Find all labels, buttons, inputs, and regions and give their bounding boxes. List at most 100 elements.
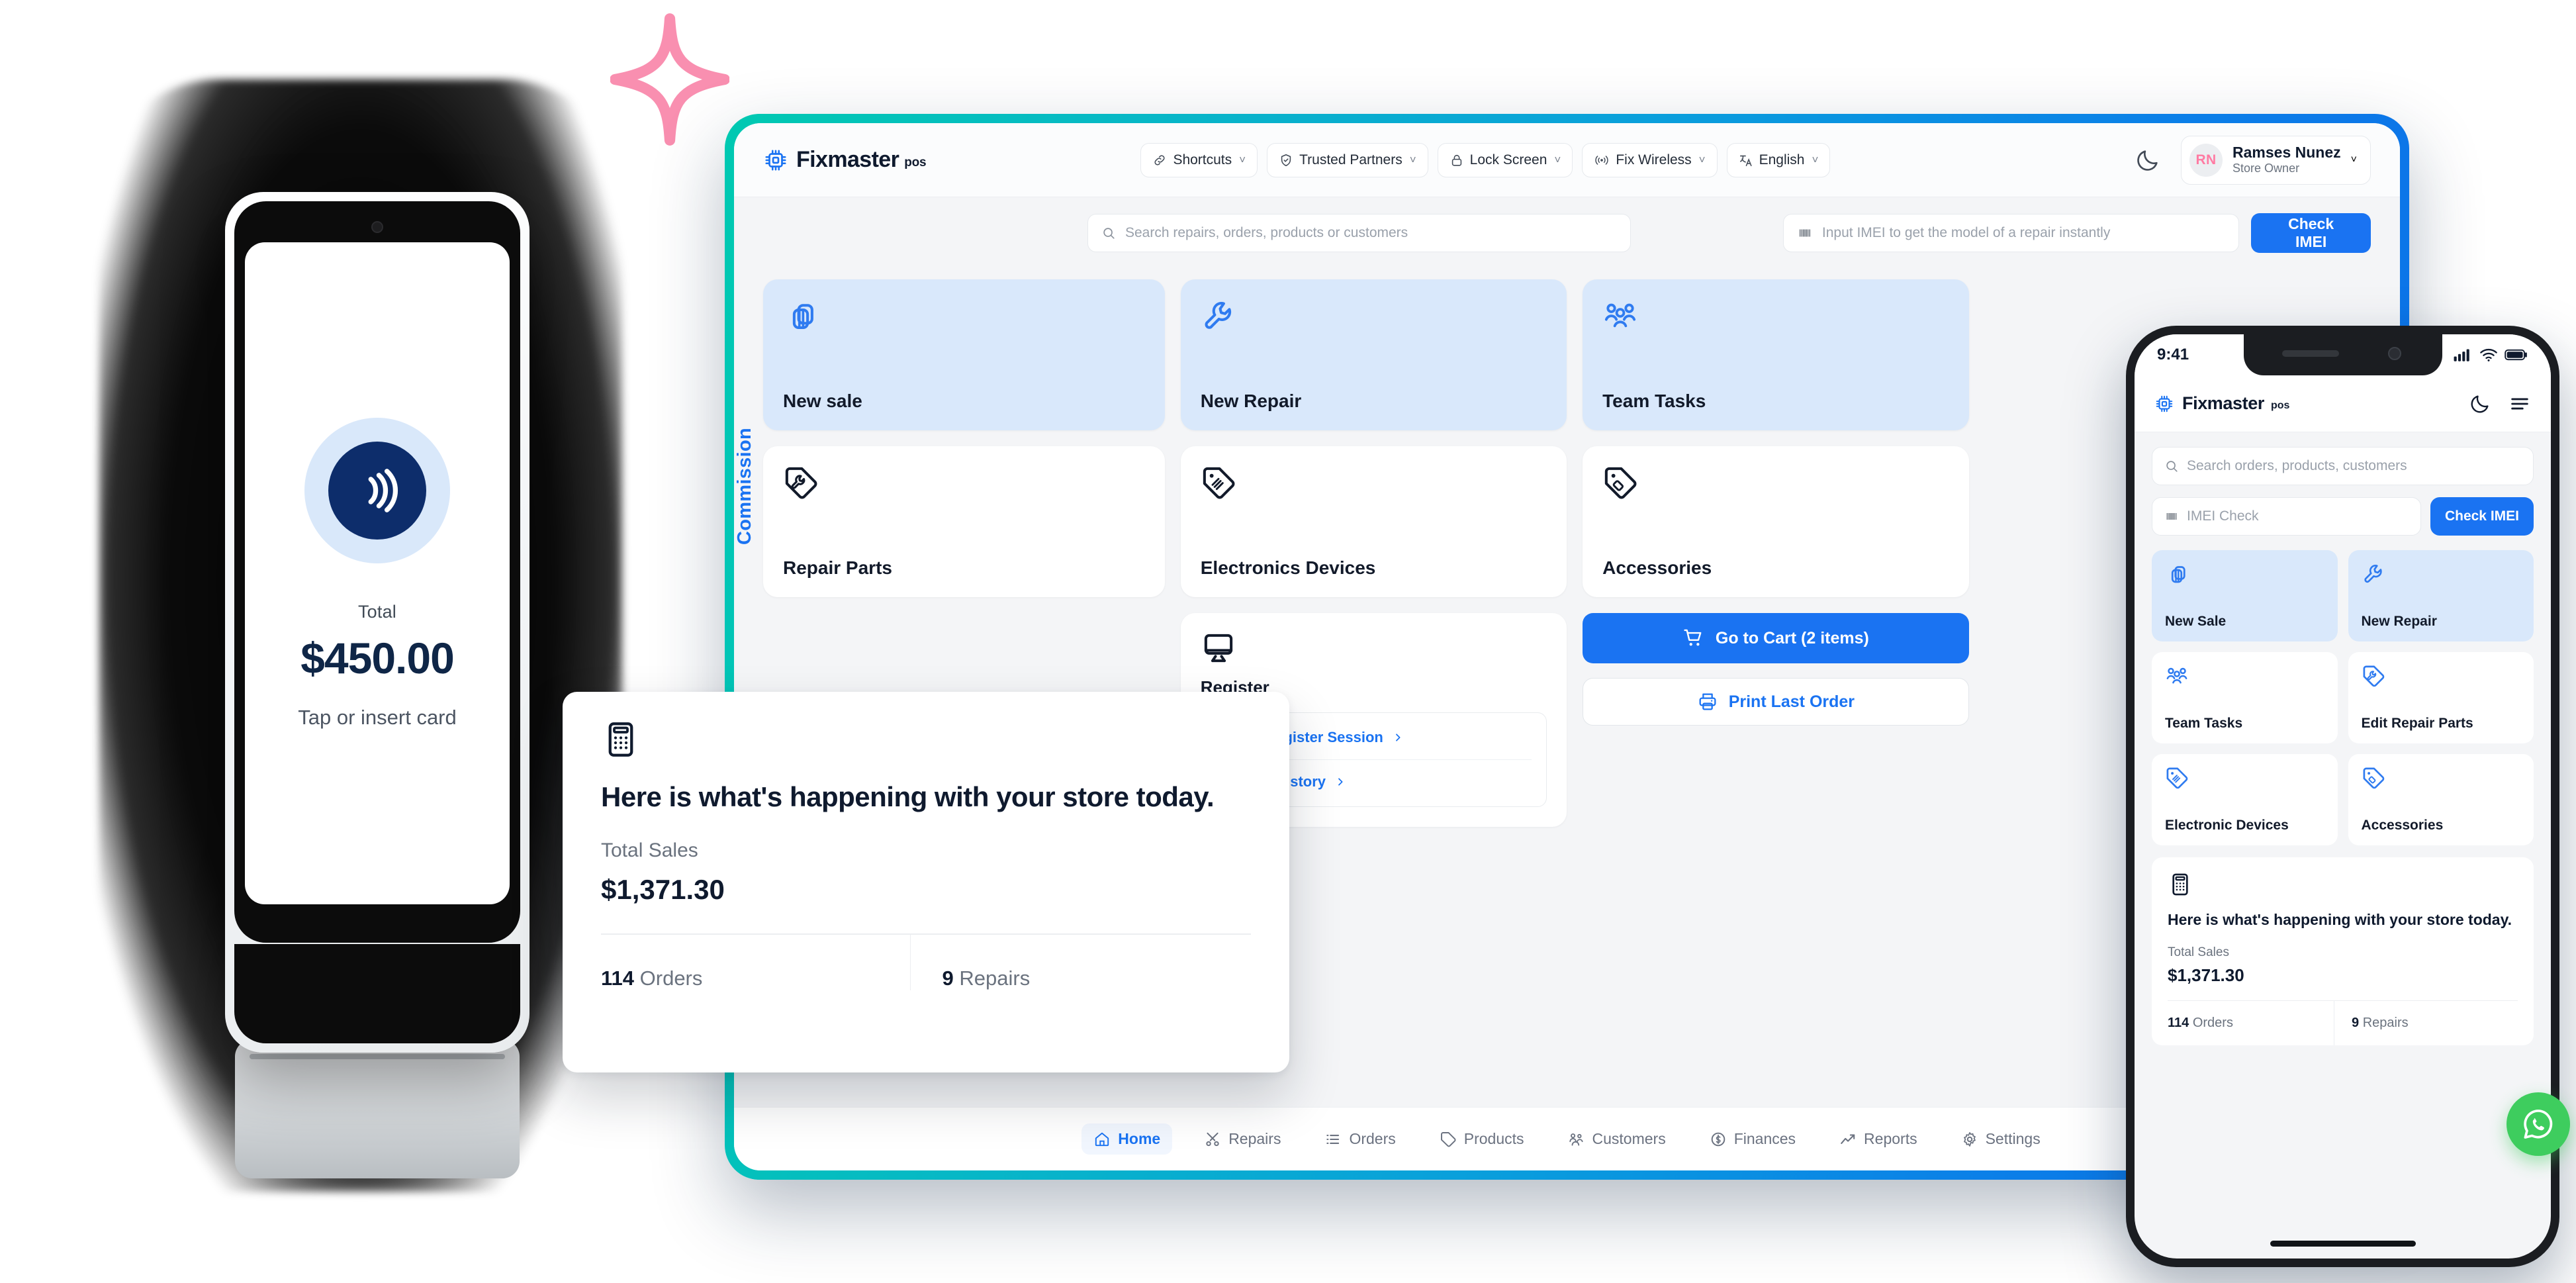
printer-icon — [1699, 693, 1716, 710]
phone-card-orders-count: 114 — [2168, 1016, 2189, 1031]
nav-orders[interactable]: Orders — [1312, 1123, 1407, 1155]
phone-check-imei-button[interactable]: Check IMEI — [2430, 497, 2534, 536]
imei-input[interactable]: Input IMEI to get the model of a repair … — [1782, 214, 2240, 252]
tablet-top-navigation: Shortcuts ˅ Trusted Partners ˅ Lock Scre… — [1140, 142, 1831, 177]
terminal-camera-icon — [371, 221, 383, 233]
wrench-icon — [2364, 565, 2382, 583]
brand-suffix: pos — [904, 156, 927, 169]
dark-mode-moon-icon[interactable] — [2469, 393, 2491, 415]
topnav-language[interactable]: English ˅ — [1726, 142, 1831, 177]
whatsapp-chat-button[interactable] — [2507, 1092, 2570, 1156]
phone-card-stats: 114 Orders 9 Repairs — [2168, 1000, 2518, 1046]
topnav-lock-screen[interactable]: Lock Screen ˅ — [1437, 142, 1573, 177]
tile-team-tasks[interactable]: Team Tasks — [1583, 279, 1969, 430]
topnav-trusted-partners[interactable]: Trusted Partners ˅ — [1267, 142, 1428, 177]
topnav-shortcuts[interactable]: Shortcuts ˅ — [1140, 142, 1258, 177]
avatar: RN — [2189, 143, 2223, 177]
phone-tile-edit-repair-parts-label: Edit Repair Parts — [2361, 716, 2473, 731]
dark-mode-moon-icon[interactable] — [2135, 147, 2161, 173]
phone-topbar: Fixmaster pos — [2135, 375, 2551, 432]
nav-home-label: Home — [1118, 1130, 1161, 1147]
list-icon — [1326, 1134, 1340, 1144]
terminal-payment-screen: Total $450.00 Tap or insert card — [245, 242, 510, 904]
hamburger-menu-icon[interactable] — [2508, 393, 2531, 415]
tile-new-repair-label: New Repair — [1200, 391, 1302, 411]
popup-orders-label: Orders — [639, 966, 703, 990]
commission-side-tab[interactable]: Commission — [734, 428, 756, 545]
phone-search-input[interactable]: Search orders, products, customers — [2152, 447, 2534, 485]
phone-search-placeholder: Search orders, products, customers — [2187, 458, 2407, 473]
phone-tile-electronic-devices[interactable]: Electronic Devices — [2152, 754, 2338, 845]
wifi-icon — [2480, 348, 2497, 361]
wireless-signal-icon — [1595, 155, 1609, 165]
search-input[interactable]: Search repairs, orders, products or cust… — [1087, 214, 1631, 252]
popup-orders-stat: 114 Orders — [601, 935, 910, 990]
go-to-cart-button[interactable]: Go to Cart (2 items) — [1583, 613, 1969, 663]
topnav-lock-screen-label: Lock Screen — [1469, 152, 1547, 167]
monitor-icon — [1204, 634, 1232, 663]
tile-electronics-devices[interactable]: Electronics Devices — [1180, 446, 1567, 597]
tile-new-sale[interactable]: New sale — [763, 279, 1165, 430]
print-last-order-button[interactable]: Print Last Order — [1583, 678, 1969, 726]
tile-new-repair[interactable]: New Repair — [1180, 279, 1567, 430]
nav-products[interactable]: Products — [1428, 1123, 1536, 1155]
device-tag-icon — [2166, 767, 2188, 789]
topnav-fix-wireless-label: Fix Wireless — [1616, 152, 1692, 167]
tile-repair-parts[interactable]: Repair Parts — [763, 446, 1165, 597]
barcode-icon — [1799, 229, 1810, 237]
tile-team-tasks-label: Team Tasks — [1602, 391, 1706, 411]
phone-tile-new-repair-label: New Repair — [2361, 614, 2437, 629]
contactless-icon — [328, 441, 426, 540]
lock-icon — [1451, 154, 1461, 166]
popup-repairs-stat: 9 Repairs — [909, 934, 1252, 990]
nav-customers[interactable]: Customers — [1556, 1123, 1678, 1155]
wrench-tag-icon — [2363, 665, 2384, 687]
popup-repairs-count: 9 — [942, 966, 954, 990]
nav-products-label: Products — [1463, 1130, 1524, 1147]
nav-repairs[interactable]: Repairs — [1192, 1123, 1293, 1155]
terminal-dock — [235, 1039, 520, 1178]
phone-card-repairs-label: Repairs — [2362, 1016, 2409, 1031]
topnav-fix-wireless[interactable]: Fix Wireless ˅ — [1582, 142, 1718, 177]
phone-tile-new-sale[interactable]: New Sale — [2152, 550, 2338, 642]
phone-camera-icon — [2387, 347, 2401, 360]
imei-placeholder: Input IMEI to get the model of a repair … — [1821, 225, 2111, 240]
phone-imei-row: IMEI Check Check IMEI — [2152, 497, 2534, 536]
phone-content: Search orders, products, customers IMEI … — [2135, 432, 2551, 1046]
tablet-topbar-right: RN Ramses Nunez Store Owner ˅ — [2135, 135, 2371, 185]
nav-home[interactable]: Home — [1081, 1123, 1173, 1155]
tile-electronics-devices-label: Electronics Devices — [1200, 557, 1376, 578]
phone-tile-edit-repair-parts[interactable]: Edit Repair Parts — [2348, 652, 2534, 743]
nav-finances[interactable]: Finances — [1698, 1123, 1808, 1155]
phone-tile-team-tasks[interactable]: Team Tasks — [2152, 652, 2338, 743]
phone-app-logo[interactable]: Fixmaster pos — [2154, 393, 2289, 414]
chevron-right-icon — [1395, 734, 1401, 741]
phone-tile-electronic-devices-label: Electronic Devices — [2165, 818, 2289, 833]
nav-orders-label: Orders — [1349, 1130, 1396, 1147]
status-time: 9:41 — [2157, 346, 2189, 363]
phone-imei-input[interactable]: IMEI Check — [2152, 497, 2421, 536]
home-icon — [1095, 1132, 1109, 1146]
user-menu[interactable]: RN Ramses Nunez Store Owner ˅ — [2181, 135, 2371, 185]
nav-settings[interactable]: Settings — [1949, 1123, 2052, 1155]
print-last-order-label: Print Last Order — [1728, 692, 1855, 711]
accessory-tag-icon — [2363, 767, 2384, 789]
status-indicators — [2453, 348, 2528, 362]
phone-brand-suffix: pos — [2270, 400, 2290, 411]
search-icon — [2166, 461, 2178, 472]
terminal-total-label: Total — [357, 601, 397, 622]
phone-brand-name: Fixmaster — [2182, 393, 2264, 413]
app-logo[interactable]: Fixmaster pos — [763, 147, 927, 173]
tile-accessories[interactable]: Accessories — [1583, 446, 1969, 597]
check-imei-button[interactable]: Check IMEI — [2251, 213, 2371, 253]
cart-icon — [1684, 629, 1702, 646]
calculator-icon — [2172, 873, 2188, 896]
phone-tile-new-repair[interactable]: New Repair — [2348, 550, 2534, 642]
battery-icon — [2505, 349, 2527, 361]
popup-total-sales-value: $1,371.30 — [601, 874, 725, 905]
tile-repair-parts-label: Repair Parts — [783, 557, 892, 578]
phone-tile-accessories[interactable]: Accessories — [2348, 754, 2534, 845]
cellular-bars-icon — [2454, 349, 2469, 361]
phone-imei-placeholder: IMEI Check — [2187, 508, 2259, 524]
nav-reports[interactable]: Reports — [1827, 1123, 1929, 1155]
